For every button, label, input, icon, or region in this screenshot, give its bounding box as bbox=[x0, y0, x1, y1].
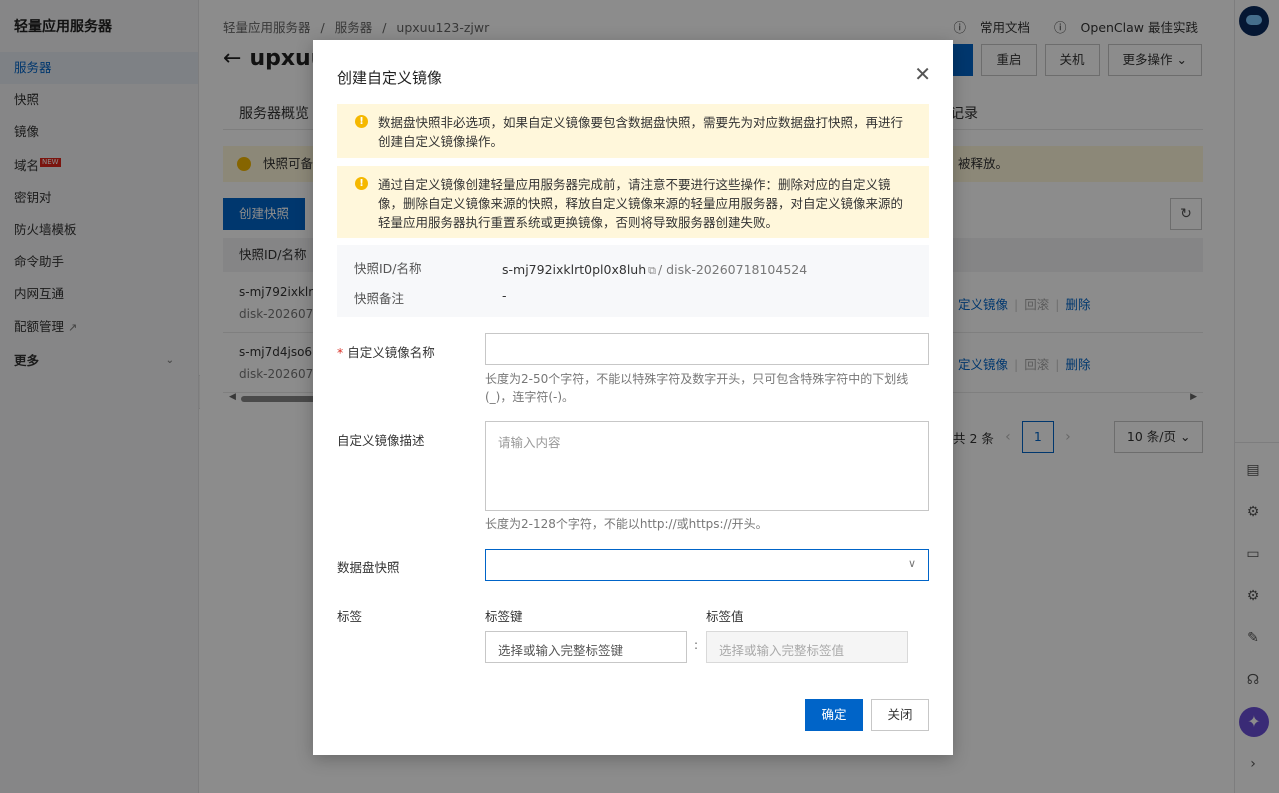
tag-separator: : bbox=[694, 638, 699, 652]
image-name-label-text: 自定义镜像名称 bbox=[347, 345, 435, 360]
snapshot-note-value: - bbox=[502, 288, 507, 303]
tag-label: 标签 bbox=[337, 609, 363, 624]
close-button[interactable]: 关闭 bbox=[871, 699, 929, 731]
tag-key-input[interactable]: 选择或输入完整标签键 bbox=[485, 631, 687, 663]
snapshot-id-label: 快照ID/名称 bbox=[354, 261, 422, 276]
snapshot-name-text: / disk-20260718104524 bbox=[658, 262, 808, 277]
tag-value-header: 标签值 bbox=[706, 609, 744, 624]
tag-key-placeholder: 选择或输入完整标签键 bbox=[498, 643, 624, 658]
chevron-down-icon: ∨ bbox=[907, 557, 916, 570]
tag-value-input[interactable]: 选择或输入完整标签值 bbox=[706, 631, 908, 663]
create-custom-image-dialog: 创建自定义镜像 ✕ ! 数据盘快照非必选项，如果自定义镜像要包含数据盘快照，需要… bbox=[313, 40, 953, 755]
tag-value-placeholder: 选择或输入完整标签值 bbox=[719, 643, 845, 658]
alert-text: 数据盘快照非必选项，如果自定义镜像要包含数据盘快照，需要先为对应数据盘打快照，再… bbox=[378, 115, 904, 149]
alert-text: 通过自定义镜像创建轻量应用服务器完成前，请注意不要进行这些操作：删除对应的自定义… bbox=[378, 177, 904, 230]
image-name-input[interactable] bbox=[485, 333, 929, 365]
snapshot-id-text: s-mj792ixklrt0pl0x8luh bbox=[502, 262, 647, 277]
snapshot-id-value: s-mj792ixklrt0pl0x8luh ⧉ / disk-2026071810… bbox=[502, 262, 807, 278]
textarea-placeholder: 请输入内容 bbox=[498, 435, 561, 450]
warning-icon: ! bbox=[355, 115, 368, 128]
image-description-hint: 长度为2-128个字符，不能以http://或https://开头。 bbox=[485, 517, 768, 531]
confirm-button[interactable]: 确定 bbox=[805, 699, 863, 731]
tag-key-header: 标签键 bbox=[485, 609, 523, 624]
image-name-label: * 自定义镜像名称 bbox=[337, 342, 435, 361]
close-icon[interactable]: ✕ bbox=[914, 64, 931, 84]
copy-icon[interactable]: ⧉ bbox=[648, 264, 656, 277]
image-description-label: 自定义镜像描述 bbox=[337, 433, 425, 448]
image-name-hint: 长度为2-50个字符，不能以特殊字符及数字开头，只可包含特殊字符中的下划线(_)… bbox=[485, 372, 909, 404]
required-marker: * bbox=[337, 345, 344, 360]
image-description-textarea[interactable]: 请输入内容 bbox=[485, 421, 929, 511]
dialog-title: 创建自定义镜像 bbox=[337, 69, 443, 87]
warning-alert: ! 通过自定义镜像创建轻量应用服务器完成前，请注意不要进行这些操作：删除对应的自… bbox=[337, 166, 929, 238]
info-alert: ! 数据盘快照非必选项，如果自定义镜像要包含数据盘快照，需要先为对应数据盘打快照… bbox=[337, 104, 929, 158]
snapshot-note-label: 快照备注 bbox=[354, 291, 405, 306]
data-disk-snapshot-select[interactable]: ∨ bbox=[485, 549, 929, 581]
data-disk-snapshot-label: 数据盘快照 bbox=[337, 560, 400, 575]
warning-icon: ! bbox=[355, 177, 368, 190]
snapshot-info: 快照ID/名称 s-mj792ixklrt0pl0x8luh ⧉ / disk-20… bbox=[337, 245, 929, 317]
